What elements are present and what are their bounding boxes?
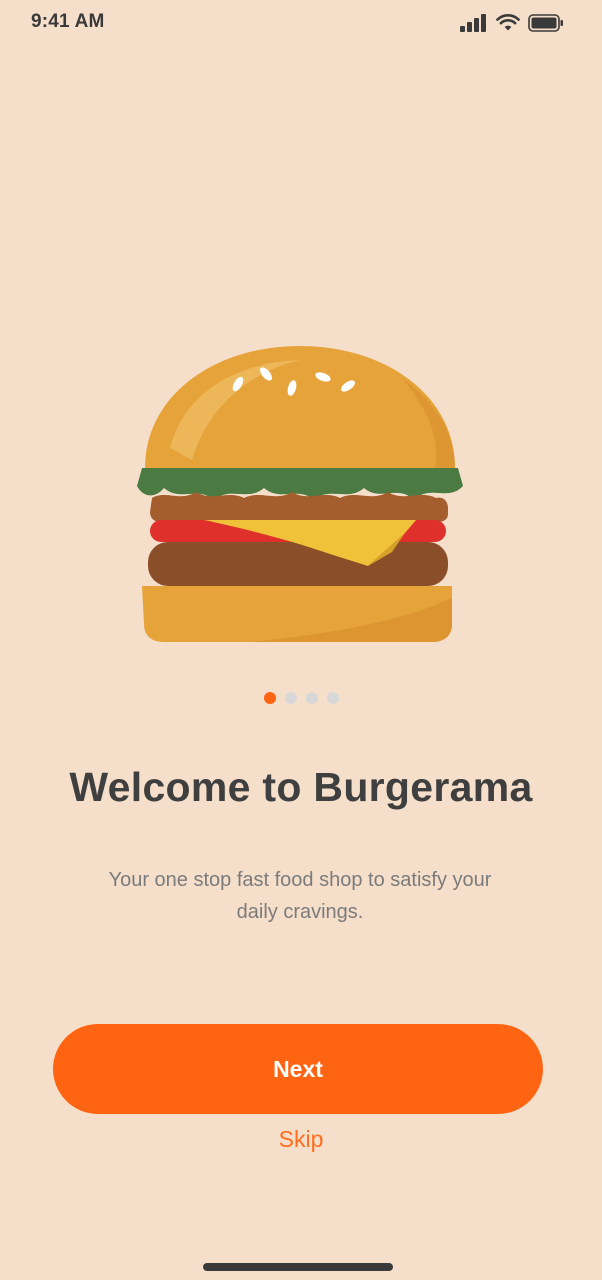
- status-icons: [460, 12, 564, 34]
- home-indicator[interactable]: [203, 1263, 393, 1271]
- page-dot[interactable]: [284, 692, 297, 704]
- status-time: 9:41 AM: [31, 11, 105, 32]
- signal-icon: [460, 14, 488, 32]
- wifi-icon: [496, 14, 520, 32]
- onboarding-title: Welcome to Burgerama: [69, 764, 533, 810]
- status-bar: 9:41 AM: [0, 0, 602, 46]
- page-dot-active[interactable]: [263, 692, 276, 704]
- battery-icon: [528, 14, 564, 32]
- burger-illustration: [130, 340, 470, 650]
- onboarding-subtitle: Your one stop fast food shop to satisfy …: [108, 869, 492, 923]
- skip-link[interactable]: Skip: [0, 1126, 602, 1153]
- page-indicator: [0, 692, 602, 704]
- next-button[interactable]: Next: [53, 1024, 543, 1114]
- page-dot[interactable]: [326, 692, 339, 704]
- page-dot[interactable]: [305, 692, 318, 704]
